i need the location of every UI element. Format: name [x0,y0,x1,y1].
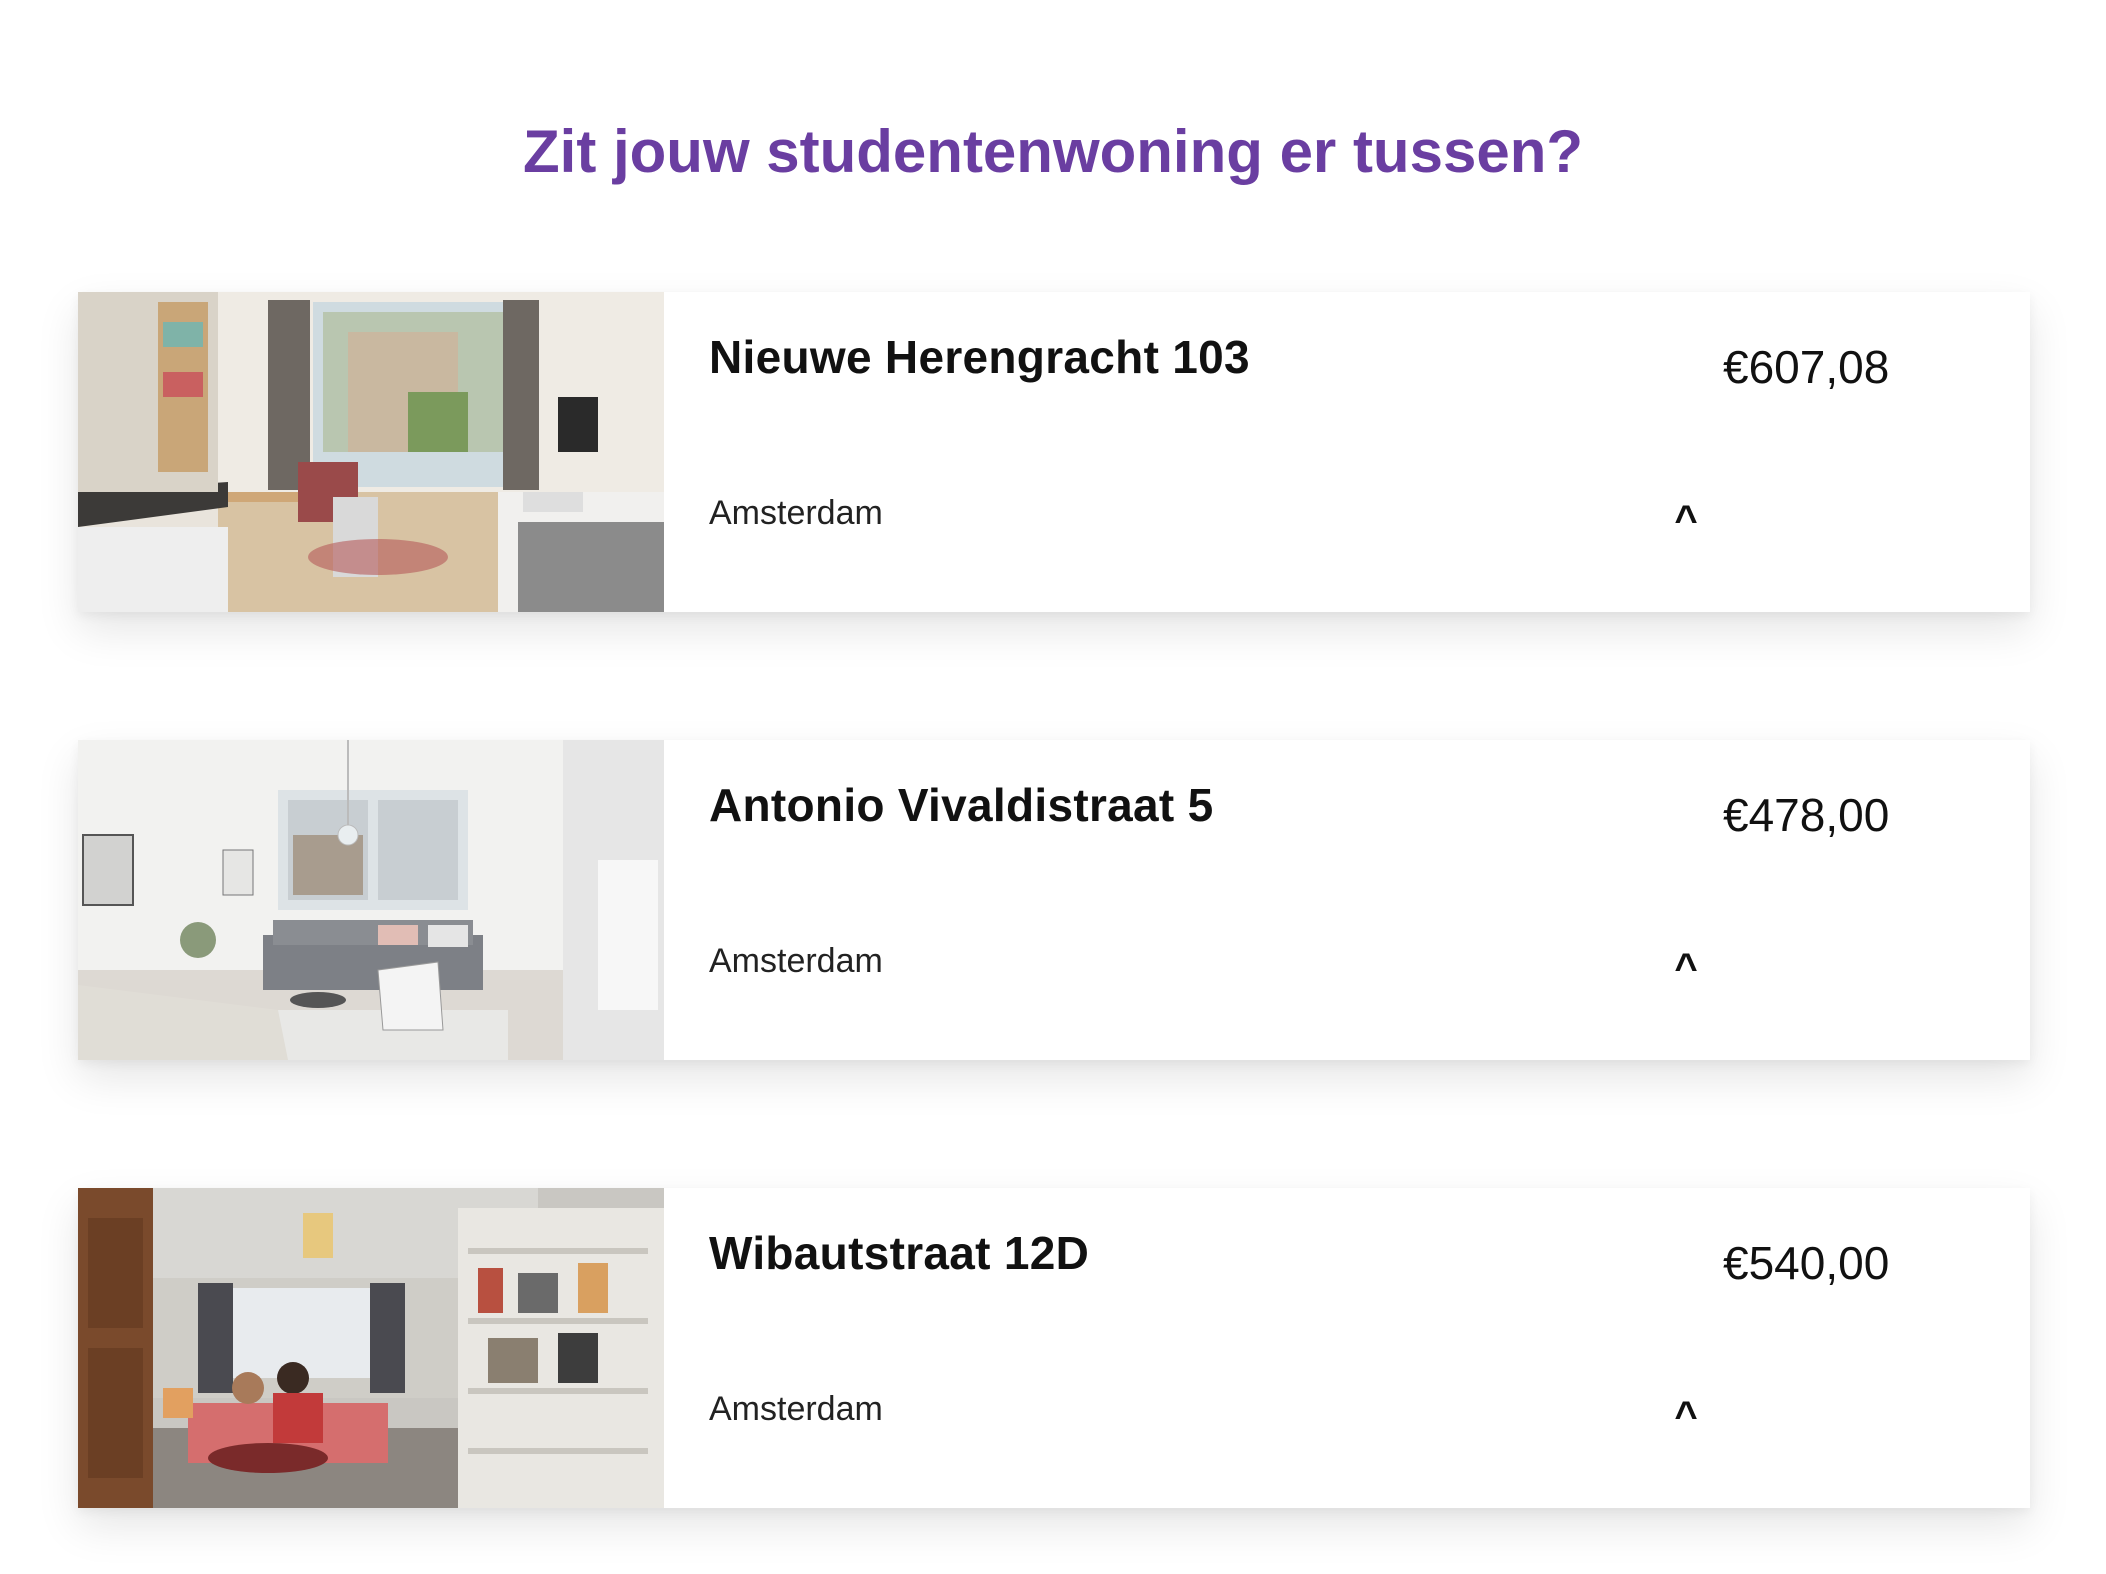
listing-city: Amsterdam [709,1390,883,1428]
listing-price: €540,00 [1723,1237,1890,1289]
listing-info: Antonio Vivaldistraat 5 Amsterdam ^ €478… [664,740,2030,1060]
listing-price: €478,00 [1723,789,1890,841]
expand-toggle-icon[interactable]: ^ [1666,948,1706,988]
listing-price: €607,08 [1723,341,1890,393]
page-heading: Zit jouw studentenwoning er tussen? [523,118,1583,185]
expand-toggle-icon[interactable]: ^ [1666,1396,1706,1436]
listing-city: Amsterdam [709,942,883,980]
listing-photo [78,1188,664,1508]
expand-toggle-icon[interactable]: ^ [1666,500,1706,540]
listing-card[interactable]: Antonio Vivaldistraat 5 Amsterdam ^ €478… [78,740,2030,1060]
page: Zit jouw studentenwoning er tussen? Nieu… [0,0,2106,1574]
listing-photo [78,292,664,612]
listing-card[interactable]: Nieuwe Herengracht 103 Amsterdam ^ €607,… [78,292,2030,612]
listing-card[interactable]: Wibautstraat 12D Amsterdam ^ €540,00 [78,1188,2030,1508]
listing-info: Nieuwe Herengracht 103 Amsterdam ^ €607,… [664,292,2030,612]
listing-title[interactable]: Antonio Vivaldistraat 5 [709,778,1214,832]
listing-info: Wibautstraat 12D Amsterdam ^ €540,00 [664,1188,2030,1508]
listing-city: Amsterdam [709,494,883,532]
listing-photo [78,740,664,1060]
listing-title[interactable]: Nieuwe Herengracht 103 [709,330,1250,384]
listing-title[interactable]: Wibautstraat 12D [709,1226,1089,1280]
